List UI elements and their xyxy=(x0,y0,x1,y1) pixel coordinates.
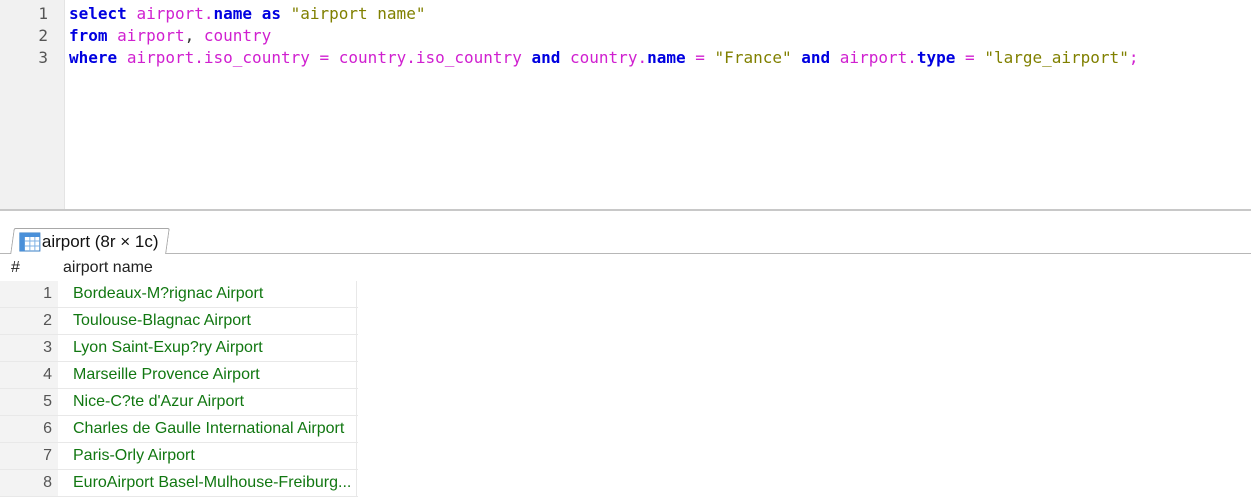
code-token: iso_country xyxy=(203,48,310,67)
code-token: where xyxy=(69,48,118,67)
code-token: , xyxy=(184,26,204,45)
result-tab-strip: airport (8r × 1c) xyxy=(0,211,1251,254)
code-token: name xyxy=(647,48,686,67)
row-number: 7 xyxy=(0,443,52,469)
code-token: as xyxy=(261,4,281,23)
code-token: "airport name" xyxy=(290,4,426,23)
table-row[interactable]: 6 Charles de Gaulle International Airport xyxy=(0,416,358,443)
result-tab[interactable]: airport (8r × 1c) xyxy=(10,228,170,254)
code-token: iso_country xyxy=(415,48,522,67)
row-number: 5 xyxy=(0,389,52,415)
table-row[interactable]: 7 Paris-Orly Airport xyxy=(0,443,358,470)
code-token: . xyxy=(406,48,416,67)
result-tab-label: airport (8r × 1c) xyxy=(41,231,159,251)
code-line[interactable]: select airport.name as "airport name" xyxy=(69,3,425,25)
column-header-airport-name[interactable]: airport name xyxy=(63,254,153,281)
code-token: airport xyxy=(117,26,185,45)
code-token: type xyxy=(916,48,956,67)
line-number: 3 xyxy=(38,48,48,67)
table-row[interactable]: 4 Marseille Provence Airport xyxy=(0,362,358,389)
row-number: 8 xyxy=(0,470,52,496)
code-token: . xyxy=(203,4,214,23)
code-token: and xyxy=(801,48,831,67)
row-number-header: # xyxy=(11,259,20,276)
airport-name-cell[interactable]: Bordeaux-M?rignac Airport xyxy=(59,281,357,307)
code-token: country xyxy=(570,48,638,67)
code-token: country xyxy=(203,26,272,45)
results-grid[interactable]: # airport name 1 Bordeaux-M?rignac Airpor… xyxy=(0,254,358,497)
code-token: country xyxy=(338,48,407,67)
table-grid-icon xyxy=(19,232,41,251)
line-number: 1 xyxy=(38,4,48,23)
airport-name-cell[interactable]: Charles de Gaulle International Airport xyxy=(59,416,357,442)
row-number: 1 xyxy=(0,281,52,307)
code-token: = xyxy=(965,48,975,67)
code-token: and xyxy=(531,48,561,67)
code-token: airport xyxy=(126,48,195,67)
code-token: "large_airport" xyxy=(984,48,1129,67)
table-row[interactable]: 1 Bordeaux-M?rignac Airport xyxy=(0,281,358,308)
code-token: select xyxy=(69,4,127,23)
row-number: 2 xyxy=(0,308,52,334)
row-number: 6 xyxy=(0,416,52,442)
airport-name-cell[interactable]: Paris-Orly Airport xyxy=(59,443,357,469)
code-token: = xyxy=(319,48,330,67)
grid-header: # airport name xyxy=(0,254,358,281)
code-line[interactable]: from airport, country xyxy=(69,25,271,47)
line-number: 2 xyxy=(38,26,48,45)
airport-name-cell[interactable]: Toulouse-Blagnac Airport xyxy=(59,308,357,334)
airport-name-cell[interactable]: EuroAirport Basel-Mulhouse-Freiburg... xyxy=(59,470,357,496)
row-number: 4 xyxy=(0,362,52,388)
row-number: 3 xyxy=(0,335,52,361)
airport-name-cell[interactable]: Marseille Provence Airport xyxy=(59,362,357,388)
code-token: airport xyxy=(839,48,908,67)
table-row[interactable]: 8 EuroAirport Basel-Mulhouse-Freiburg... xyxy=(0,470,358,497)
code-token: "France" xyxy=(714,48,792,67)
code-line[interactable]: where airport.iso_country = country.iso_… xyxy=(69,47,1138,69)
table-row[interactable]: 5 Nice-C?te d'Azur Airport xyxy=(0,389,358,416)
airport-name-cell[interactable]: Nice-C?te d'Azur Airport xyxy=(59,389,357,415)
code-token: . xyxy=(637,48,648,67)
table-row[interactable]: 3 Lyon Saint-Exup?ry Airport xyxy=(0,335,358,362)
code-token: ; xyxy=(1128,48,1139,67)
code-token: from xyxy=(69,26,108,45)
airport-name-cell[interactable]: Lyon Saint-Exup?ry Airport xyxy=(59,335,357,361)
code-token: . xyxy=(907,48,917,67)
code-token: = xyxy=(695,48,705,67)
code-token: name xyxy=(213,4,253,23)
table-row[interactable]: 2 Toulouse-Blagnac Airport xyxy=(0,308,358,335)
code-token: airport xyxy=(136,4,204,23)
sql-editor[interactable]: 123 select airport.name as "airport name… xyxy=(0,0,1251,210)
code-token: . xyxy=(194,48,204,67)
